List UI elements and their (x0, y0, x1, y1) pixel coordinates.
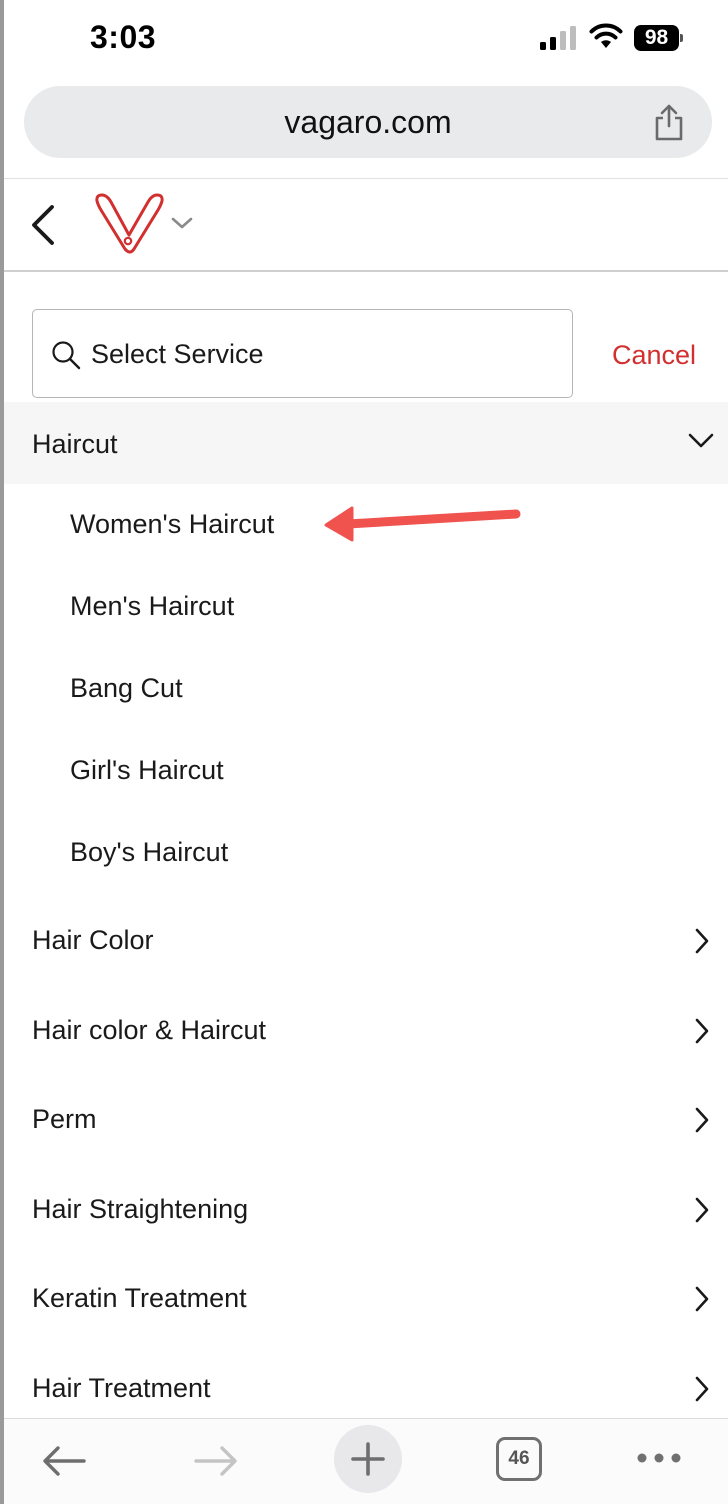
chevron-left-icon[interactable] (28, 203, 58, 247)
chevron-right-icon (695, 1197, 709, 1223)
category-hair-color-haircut[interactable]: Hair color & Haircut (4, 987, 728, 1077)
service-item-label: Bang Cut (70, 673, 183, 703)
browser-toolbar: 46 (4, 1419, 728, 1504)
category-label: Haircut (32, 429, 118, 459)
search-icon (52, 341, 81, 370)
plus-icon (351, 1442, 385, 1476)
category-haircut[interactable]: Haircut (4, 402, 728, 484)
annotation-arrow-icon (324, 506, 521, 542)
site-header (4, 179, 728, 271)
service-item-label: Women's Haircut (70, 509, 275, 539)
battery-indicator: 98 (634, 25, 684, 51)
service-item-bang-cut[interactable]: Bang Cut (4, 648, 728, 730)
category-keratin-treatment[interactable]: Keratin Treatment (4, 1255, 728, 1345)
chevron-down-icon (688, 433, 714, 448)
header-divider (4, 270, 728, 272)
category-label: Hair Treatment (32, 1373, 211, 1403)
chevron-right-icon (695, 1286, 709, 1312)
chevron-right-icon (695, 1376, 709, 1402)
address-bar[interactable]: vagaro.com (24, 86, 712, 158)
service-item-boys-haircut[interactable]: Boy's Haircut (4, 812, 728, 894)
service-item-girls-haircut[interactable]: Girl's Haircut (4, 730, 728, 812)
wifi-icon (589, 23, 623, 48)
chevron-down-icon[interactable] (170, 215, 194, 231)
chevron-right-icon (695, 1107, 709, 1133)
category-perm[interactable]: Perm (4, 1076, 728, 1166)
back-arrow-icon[interactable] (42, 1445, 86, 1477)
chevron-right-icon (695, 1018, 709, 1044)
service-search-box[interactable] (32, 309, 573, 398)
service-item-label: Boy's Haircut (70, 837, 229, 867)
category-label: Keratin Treatment (32, 1283, 247, 1313)
new-tab-button[interactable] (334, 1425, 402, 1493)
vagaro-logo[interactable] (92, 191, 166, 257)
service-item-mens-haircut[interactable]: Men's Haircut (4, 566, 728, 648)
category-label: Hair Straightening (32, 1194, 249, 1224)
service-search-input[interactable] (91, 330, 551, 378)
status-time: 3:03 (90, 19, 157, 55)
cellular-signal-icon (540, 26, 576, 50)
more-options-icon[interactable] (636, 1451, 682, 1465)
forward-arrow-icon[interactable] (194, 1445, 238, 1477)
service-item-label: Girl's Haircut (70, 755, 224, 785)
category-label: Perm (32, 1104, 97, 1134)
chevron-right-icon (695, 928, 709, 954)
status-bar: 3:03 98 (4, 0, 728, 78)
category-hair-straightening[interactable]: Hair Straightening (4, 1166, 728, 1256)
tabs-count-button[interactable]: 46 (496, 1437, 542, 1481)
cancel-button[interactable]: Cancel (612, 340, 696, 371)
category-label: Hair Color (32, 925, 154, 955)
url-text[interactable]: vagaro.com (24, 104, 712, 141)
category-label: Hair color & Haircut (32, 1015, 267, 1045)
battery-level: 98 (634, 25, 679, 51)
share-icon[interactable] (652, 104, 686, 142)
service-item-label: Men's Haircut (70, 591, 235, 621)
category-hair-color[interactable]: Hair Color (4, 897, 728, 987)
battery-tip (680, 34, 683, 42)
